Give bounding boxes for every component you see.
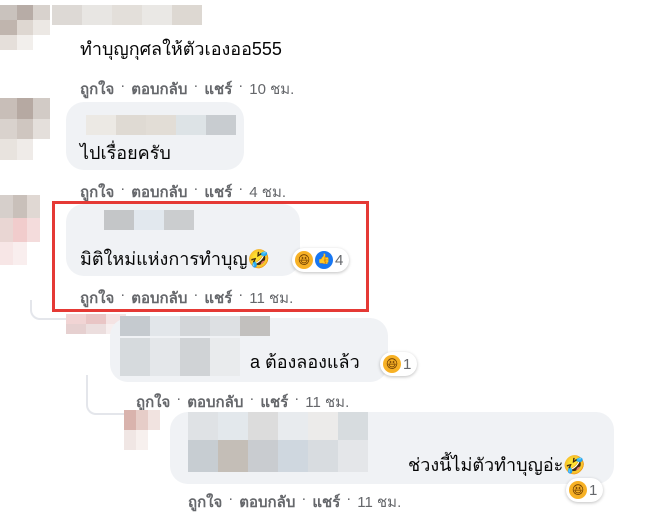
- separator: ·: [228, 490, 234, 507]
- blurred-author-name[interactable]: [188, 412, 368, 440]
- reaction-count: 1: [403, 355, 412, 373]
- reply-link[interactable]: ตอบกลับ: [239, 490, 295, 514]
- like-link[interactable]: ถูกใจ: [188, 490, 222, 514]
- comment-actions: ถูกใจ · ตอบกลับ · แชร์ · 10 ชม.: [80, 77, 294, 101]
- avatar[interactable]: [0, 195, 40, 265]
- comment-actions: ถูกใจ · ตอบกลับ · แชร์ · 11 ชม.: [188, 490, 401, 514]
- share-link[interactable]: แชร์: [204, 77, 232, 101]
- reply-link[interactable]: ตอบกลับ: [187, 390, 243, 414]
- avatar[interactable]: [0, 5, 50, 50]
- reaction-count: 1: [589, 481, 598, 499]
- comment-text: ช่วงนี้ไม่ตัวทำบุญอ่ะ🤣: [408, 455, 586, 475]
- comment-text: ไปเรื่อยครับ: [80, 143, 171, 163]
- avatar[interactable]: [124, 410, 160, 470]
- reaction-summary[interactable]: 😆 1: [566, 478, 604, 502]
- reaction-summary[interactable]: 😆 1: [380, 352, 418, 376]
- comment-text: ทำบุญกุศลให้ตัวเองออ555: [80, 39, 282, 59]
- like-link[interactable]: ถูกใจ: [80, 77, 114, 101]
- separator: ·: [249, 390, 255, 407]
- separator: ·: [176, 390, 182, 407]
- share-link[interactable]: แชร์: [312, 490, 340, 514]
- blurred-author-name[interactable]: [86, 115, 236, 135]
- separator: ·: [238, 77, 244, 94]
- comment-actions: ถูกใจ · ตอบกลับ · แชร์ · 11 ชม.: [136, 390, 349, 414]
- avatar[interactable]: [0, 98, 50, 160]
- blurred-author-name: [120, 338, 240, 376]
- haha-icon: 😆: [383, 355, 401, 373]
- blurred-author-name: [188, 440, 368, 472]
- separator: ·: [346, 490, 352, 507]
- highlight-box: [52, 201, 369, 312]
- reply-thread-line: [86, 375, 126, 415]
- separator: ·: [193, 77, 199, 94]
- haha-icon: 😆: [569, 481, 587, 499]
- reply-link[interactable]: ตอบกลับ: [131, 77, 187, 101]
- timestamp[interactable]: 10 ชม.: [249, 77, 294, 101]
- blurred-author-name[interactable]: [120, 316, 270, 336]
- separator: ·: [120, 77, 126, 94]
- timestamp[interactable]: 11 ชม.: [305, 390, 349, 414]
- timestamp[interactable]: 11 ชม.: [357, 490, 401, 514]
- comment-text: a ต้องลองแล้ว: [250, 352, 360, 372]
- separator: ·: [301, 490, 307, 507]
- separator: ·: [294, 390, 300, 407]
- share-link[interactable]: แชร์: [260, 390, 288, 414]
